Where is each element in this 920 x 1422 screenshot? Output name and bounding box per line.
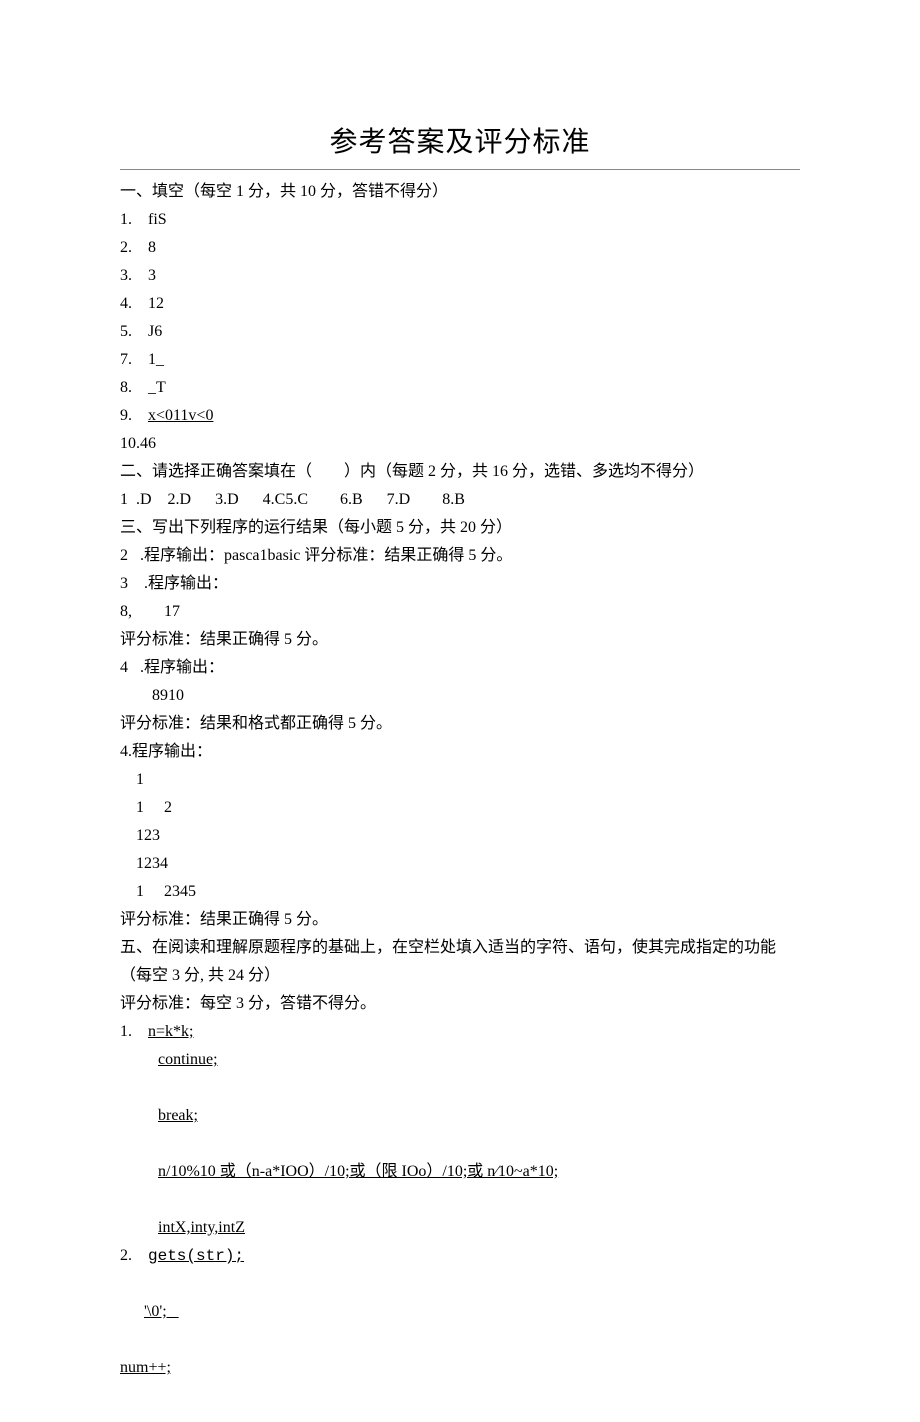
s5-a2-prefix: 2. <box>120 1247 148 1264</box>
s5-a1-u4: n/10%10 或（n-a*IOO）/10;或（限 IOo）/10;或 n∕10… <box>158 1163 558 1180</box>
s3-q3c: 评分标准：结果正确得 5 分。 <box>120 626 800 654</box>
section5-rubric: 评分标准：每空 3 分，答错不得分。 <box>120 990 800 1018</box>
s3-q3b: 8, 17 <box>120 598 800 626</box>
s5-a2-l2: '\0'; <box>120 1298 800 1326</box>
s5-a1-prefix: 1. <box>120 1023 148 1040</box>
s5-a1-u1: n=k*k; <box>148 1023 193 1040</box>
s1-item9-prefix: 9. <box>120 407 148 424</box>
s5-a1-u3: break; <box>158 1107 198 1124</box>
s5-a2-u3: num++; <box>120 1359 171 1376</box>
section3-heading: 三、写出下列程序的运行结果（每小题 5 分，共 20 分） <box>120 514 800 542</box>
s1-item: 2. 8 <box>120 234 800 262</box>
s1-item10: 10.46 <box>120 430 800 458</box>
s3-q4-2-line: 1 2 <box>120 794 800 822</box>
s3-q4b: 8910 <box>120 682 800 710</box>
s5-a2-l3: num++; <box>120 1354 800 1382</box>
s3-q2: 2 .程序输出：pasca1basic 评分标准：结果正确得 5 分。 <box>120 542 800 570</box>
section1-heading: 一、填空（每空 1 分，共 10 分，答错不得分） <box>120 178 800 206</box>
s1-item: 4. 12 <box>120 290 800 318</box>
section5-heading2: （每空 3 分, 共 24 分） <box>120 962 800 990</box>
section5-heading1: 五、在阅读和理解原题程序的基础上，在空栏处填入适当的字符、语句，使其完成指定的功… <box>120 934 800 962</box>
s3-q4-2-line: 1 <box>120 766 800 794</box>
s1-item9-u: x<011v<0 <box>148 407 213 424</box>
s3-q4a: 4 .程序输出： <box>120 654 800 682</box>
s5-a1-l4: n/10%10 或（n-a*IOO）/10;或（限 IOo）/10;或 n∕10… <box>120 1158 800 1186</box>
section2-heading: 二、请选择正确答案填在（ ）内（每题 2 分，共 16 分，选错、多选均不得分） <box>120 458 800 486</box>
s5-a1-l3: break; <box>120 1102 800 1130</box>
s3-q4-2-line: 123 <box>120 822 800 850</box>
s1-item: 5. J6 <box>120 318 800 346</box>
s1-item: 1. fiS <box>120 206 800 234</box>
s5-a2-u2: '\0'; <box>144 1303 179 1320</box>
page-title: 参考答案及评分标准 <box>120 118 800 167</box>
s1-item: 7. 1_ <box>120 346 800 374</box>
s5-a2-u1: gets(str); <box>148 1247 244 1265</box>
s1-item: 3. 3 <box>120 262 800 290</box>
s3-q4-2-line: 1 2345 <box>120 878 800 906</box>
s1-item9: 9. x<011v<0 <box>120 402 800 430</box>
s5-a1-l2: continue; <box>120 1046 800 1074</box>
s5-a2-l1: 2. gets(str); <box>120 1242 800 1270</box>
s3-q3a: 3 .程序输出： <box>120 570 800 598</box>
s5-a1-u2: continue; <box>158 1051 218 1068</box>
s5-a1-u5: intX,inty,intZ <box>158 1219 245 1236</box>
s3-q4-2c: 评分标准：结果正确得 5 分。 <box>120 906 800 934</box>
s5-a1-l1: 1. n=k*k; <box>120 1018 800 1046</box>
s3-q4-2a: 4.程序输出： <box>120 738 800 766</box>
s3-q4-2-line: 1234 <box>120 850 800 878</box>
s1-item: 8. _T <box>120 374 800 402</box>
s5-a1-l5: intX,inty,intZ <box>120 1214 800 1242</box>
title-rule <box>120 169 800 170</box>
s3-q4c: 评分标准：结果和格式都正确得 5 分。 <box>120 710 800 738</box>
section2-answers: 1 .D 2.D 3.D 4.C5.C 6.B 7.D 8.B <box>120 486 800 514</box>
